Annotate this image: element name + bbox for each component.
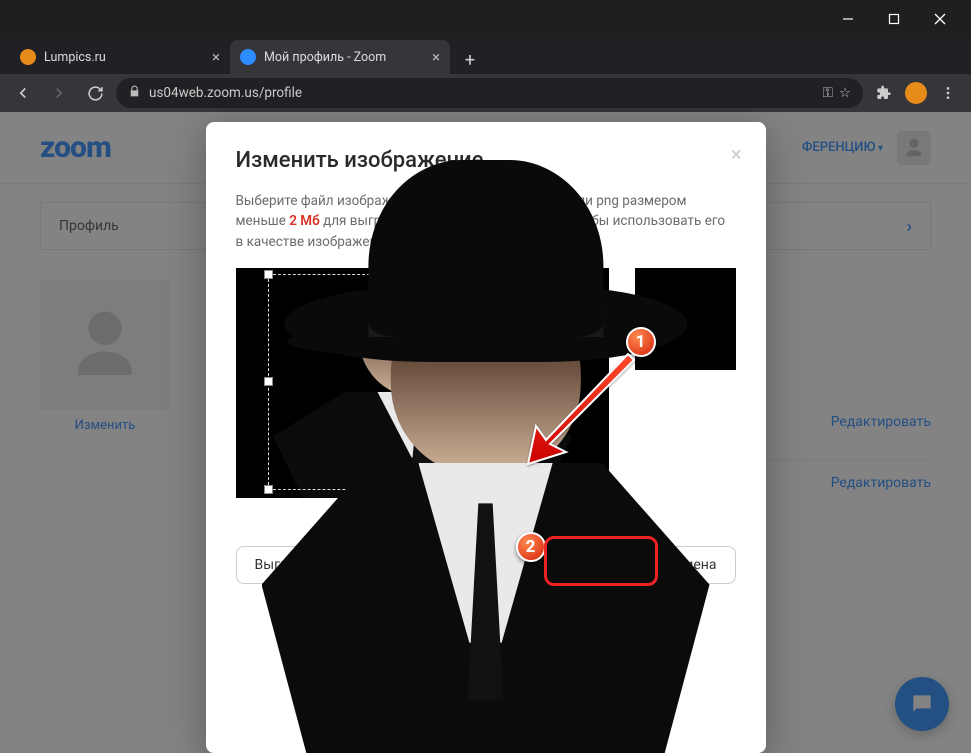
tab-lumpics[interactable]: Lumpics.ru × [10, 40, 230, 74]
modal-overlay: × Изменить изображение Выберите файл изо… [0, 112, 971, 753]
tab-title: Мой профиль - Zoom [264, 50, 386, 65]
favicon-zoom-icon [240, 49, 256, 65]
key-icon[interactable]: ⚿ [823, 85, 833, 101]
tab-close-icon[interactable]: × [432, 50, 440, 65]
profile-avatar-icon[interactable] [905, 82, 927, 104]
address-bar[interactable]: us04web.zoom.us/profile ⚿ ☆ [116, 78, 863, 108]
crop-preview [635, 268, 735, 370]
url-text: us04web.zoom.us/profile [149, 85, 302, 101]
new-tab-button[interactable]: + [456, 46, 484, 74]
forward-button[interactable] [44, 78, 74, 108]
change-image-modal: × Изменить изображение Выберите файл изо… [206, 122, 766, 753]
window-close-button[interactable] [917, 4, 963, 34]
extensions-button[interactable] [869, 78, 899, 108]
star-icon[interactable]: ☆ [839, 85, 851, 101]
favicon-lumpics-icon [20, 49, 36, 65]
tab-close-icon[interactable]: × [212, 50, 220, 65]
reload-button[interactable] [80, 78, 110, 108]
menu-button[interactable] [933, 78, 963, 108]
lock-icon [128, 85, 141, 102]
tab-title: Lumpics.ru [44, 50, 106, 65]
window-minimize-button[interactable] [825, 4, 871, 34]
tab-zoom-profile[interactable]: Мой профиль - Zoom × [230, 40, 450, 74]
back-button[interactable] [8, 78, 38, 108]
window-maximize-button[interactable] [871, 4, 917, 34]
